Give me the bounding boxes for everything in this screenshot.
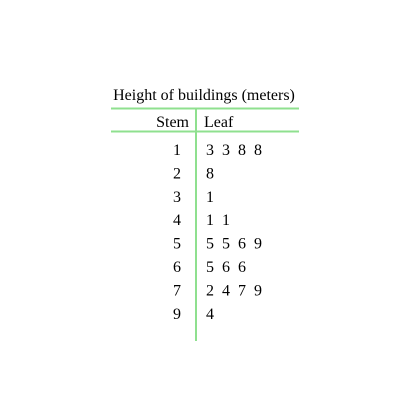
table-row: 55569 (173, 236, 262, 253)
table-row: 28 (173, 165, 214, 182)
leaf-value: 5 (222, 236, 230, 253)
table-row: 31 (173, 189, 214, 206)
leaf-value: 6 (238, 236, 246, 253)
stem-value: 7 (173, 282, 181, 299)
table-row: 13388 (173, 142, 262, 159)
leaf-value: 7 (238, 282, 246, 299)
leaf-value: 9 (254, 236, 262, 253)
leaf-value: 4 (206, 306, 214, 323)
leaf-value: 8 (206, 165, 214, 182)
leaf-value: 4 (222, 282, 230, 299)
leaf-value: 6 (222, 259, 230, 276)
leaf-value: 8 (254, 142, 262, 159)
stem-value: 5 (173, 236, 181, 253)
stem-value: 1 (173, 142, 181, 159)
table-row: 94 (173, 306, 214, 323)
stem-value: 4 (173, 212, 181, 229)
table-row: 4 11 (173, 212, 230, 229)
stem-value: 2 (173, 165, 181, 182)
leaf-value: 3 (222, 142, 230, 159)
stem-value: 3 (173, 189, 181, 206)
leaf-value: 1 (206, 212, 214, 229)
leaf-value: 5 (206, 236, 214, 253)
stem-column-header: Stem (156, 114, 189, 131)
stem-and-leaf-plot: Height of buildings (meters) Stem Leaf 1… (111, 87, 299, 341)
leaf-value: 1 (222, 212, 230, 229)
leaf-column-header: Leaf (204, 114, 234, 131)
leaf-value: 9 (254, 282, 262, 299)
stem-value: 6 (173, 259, 181, 276)
leaf-value: 3 (206, 142, 214, 159)
stem-value: 9 (173, 306, 181, 323)
table-row: 72479 (173, 282, 262, 299)
table-row: 6566 (173, 259, 246, 276)
leaf-value: 1 (206, 189, 214, 206)
stem-leaf-rows: 1 3 3 8 82 83 14 1 15 5 5 6 96 5 6 67 2 4 7 99 4 (173, 142, 262, 323)
leaf-value: 2 (206, 282, 214, 299)
chart-title: Height of buildings (meters) (113, 87, 295, 104)
leaf-value: 8 (238, 142, 246, 159)
leaf-value: 5 (206, 259, 214, 276)
leaf-value: 6 (238, 259, 246, 276)
